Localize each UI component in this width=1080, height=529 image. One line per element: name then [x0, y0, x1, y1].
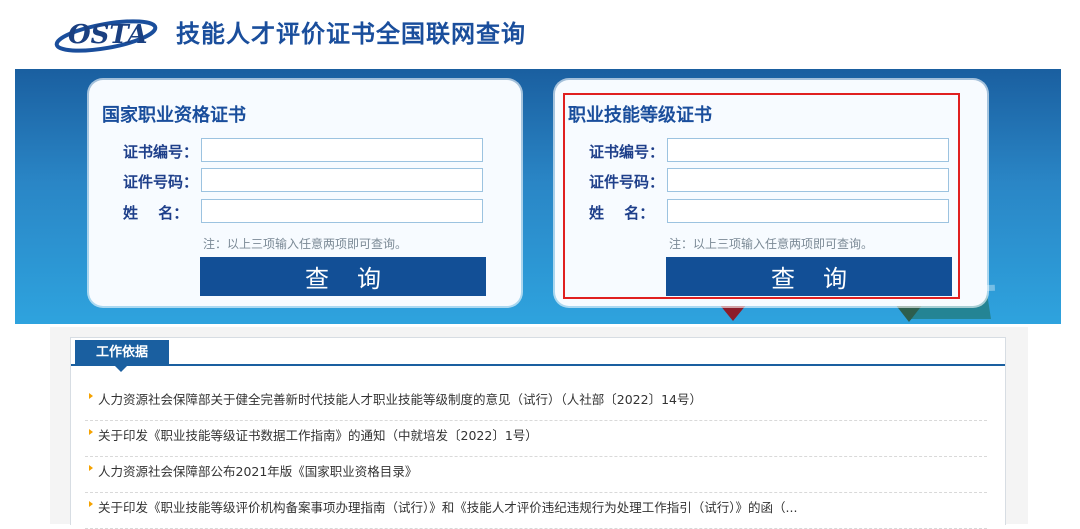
site-title: 技能人才评价证书全国联网查询: [176, 20, 526, 48]
query-note: 注：以上三项输入任意两项即可查询。: [203, 237, 408, 251]
bullet-icon: [89, 501, 93, 507]
name-label: 姓 名：: [123, 204, 189, 222]
certificate-number-label: 证书编号：: [589, 143, 665, 161]
id-number-label: 证件号码：: [589, 173, 665, 191]
field-row: 证件号码：: [123, 168, 503, 194]
field-row: 证书编号：: [589, 138, 969, 164]
certificate-number-input[interactable]: [667, 138, 949, 162]
id-number-label: 证件号码：: [123, 173, 199, 191]
panel-title: 国家职业资格证书: [102, 105, 246, 126]
skill-level-panel: 职业技能等级证书 证书编号： 证件号码： 姓 名： 注：以上三项输入任意两项即可…: [555, 80, 987, 306]
id-number-input[interactable]: [201, 168, 483, 192]
site-header: OSTA 技能人才评价证书全国联网查询: [0, 0, 1080, 68]
name-input[interactable]: [201, 199, 483, 223]
bullet-icon: [89, 393, 93, 399]
bullet-icon: [89, 429, 93, 435]
panel-title: 职业技能等级证书: [568, 105, 712, 126]
work-basis-section: 工作依据 人力资源社会保障部关于健全完善新时代技能人才职业技能等级制度的意见（试…: [70, 337, 1006, 529]
osta-logo[interactable]: OSTA: [54, 10, 166, 54]
field-row: 证件号码：: [589, 168, 969, 194]
list-item: 人力资源社会保障部关于健全完善新时代技能人才职业技能等级制度的意见（试行）（人社…: [85, 385, 987, 421]
logo-text: OSTA: [68, 20, 148, 50]
query-button[interactable]: 查询: [200, 257, 486, 296]
field-row: 姓 名：: [589, 199, 969, 225]
work-basis-list: 人力资源社会保障部关于健全完善新时代技能人才职业技能等级制度的意见（试行）（人社…: [85, 385, 987, 529]
list-item: 关于印发《职业技能等级证书数据工作指南》的通知（中就培发〔2022〕1号）: [85, 421, 987, 457]
list-item: 人力资源社会保障部公布2021年版《国家职业资格目录》: [85, 457, 987, 493]
query-note: 注：以上三项输入任意两项即可查询。: [669, 237, 874, 251]
list-item-link[interactable]: 关于印发《职业技能等级证书数据工作指南》的通知（中就培发〔2022〕1号）: [98, 425, 538, 444]
tab-underline: [71, 364, 1005, 366]
list-item-link[interactable]: 关于印发《职业技能等级评价机构备案事项办理指南（试行）》和《技能人才评价违纪违规…: [98, 497, 797, 516]
list-item-link[interactable]: 人力资源社会保障部公布2021年版《国家职业资格目录》: [98, 461, 417, 480]
banner-decoration: [895, 304, 923, 322]
field-row: 姓 名：: [123, 199, 503, 225]
field-row: 证书编号：: [123, 138, 503, 164]
national-qualification-panel: 国家职业资格证书 证书编号： 证件号码： 姓 名： 注：以上三项输入任意两项即可…: [89, 80, 521, 306]
id-number-input[interactable]: [667, 168, 949, 192]
name-label: 姓 名：: [589, 204, 655, 222]
certificate-number-label: 证书编号：: [123, 143, 199, 161]
query-button[interactable]: 查询: [666, 257, 952, 296]
tab-work-basis[interactable]: 工作依据: [75, 340, 169, 366]
tab-pointer-icon: [115, 366, 127, 372]
certificate-number-input[interactable]: [201, 138, 483, 162]
bullet-icon: [89, 465, 93, 471]
list-item-link[interactable]: 人力资源社会保障部关于健全完善新时代技能人才职业技能等级制度的意见（试行）（人社…: [98, 389, 702, 408]
name-input[interactable]: [667, 199, 949, 223]
